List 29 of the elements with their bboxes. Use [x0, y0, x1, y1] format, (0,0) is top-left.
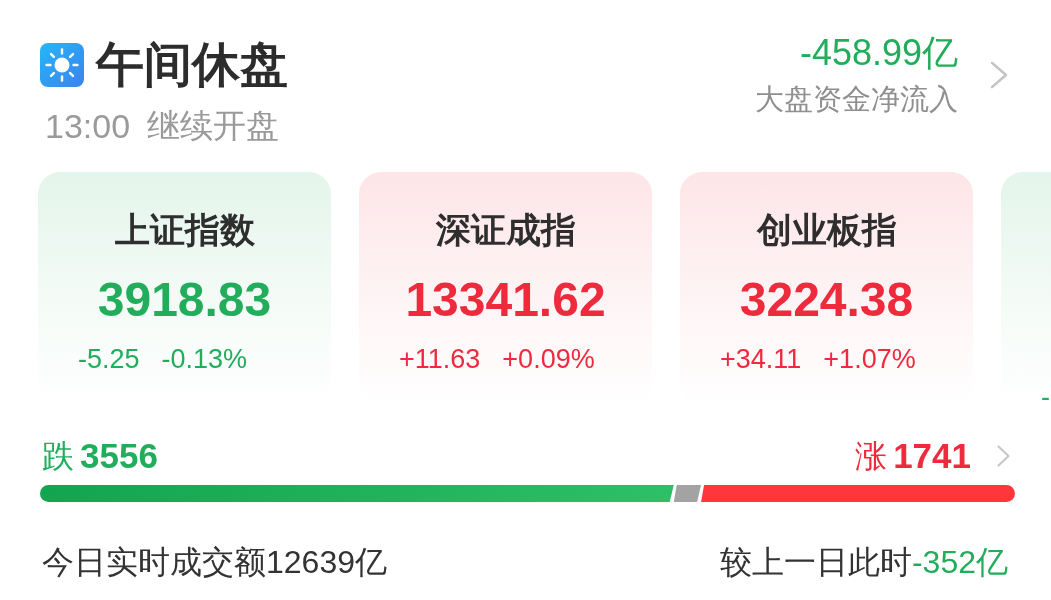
chevron-right-icon[interactable]	[997, 445, 1010, 467]
reopen-time: 13:00	[45, 106, 131, 146]
index-value: 3224.38	[739, 276, 914, 324]
status-title: 午间休盘	[96, 38, 288, 92]
index-change-percent: -0.13%	[161, 343, 248, 376]
index-change: +34.11	[720, 343, 802, 376]
index-change: +11.63	[399, 343, 481, 376]
index-change-percent: +0.09%	[502, 343, 595, 376]
reopen-note: 继续开盘	[147, 106, 280, 146]
sun-icon	[40, 43, 84, 87]
index-name: 上证指数	[114, 210, 255, 250]
index-change: -	[1041, 381, 1050, 414]
turnover-text: 今日实时成交额12639亿	[42, 543, 387, 582]
net-inflow-label: 大盘资金净流入	[755, 82, 958, 117]
compare-label: 较上一日此时	[719, 543, 912, 582]
index-name: 深证成指	[435, 210, 576, 250]
net-inflow-value: -458.99亿	[799, 33, 958, 73]
advance-count: 1741	[893, 436, 971, 476]
index-name: 创业板指	[756, 210, 897, 250]
unchanged-segment	[673, 485, 702, 502]
decline-count: 3556	[80, 436, 158, 476]
index-value: 13341.62	[405, 276, 606, 324]
chevron-right-icon[interactable]	[990, 61, 1008, 89]
decline-label: 跌	[42, 437, 74, 476]
compare-value: -352亿	[911, 543, 1008, 582]
advance-label: 涨	[855, 437, 888, 476]
index-change: -5.25	[78, 343, 140, 376]
index-change-percent: +1.07%	[823, 343, 916, 376]
index-value: 3918.83	[97, 276, 272, 324]
